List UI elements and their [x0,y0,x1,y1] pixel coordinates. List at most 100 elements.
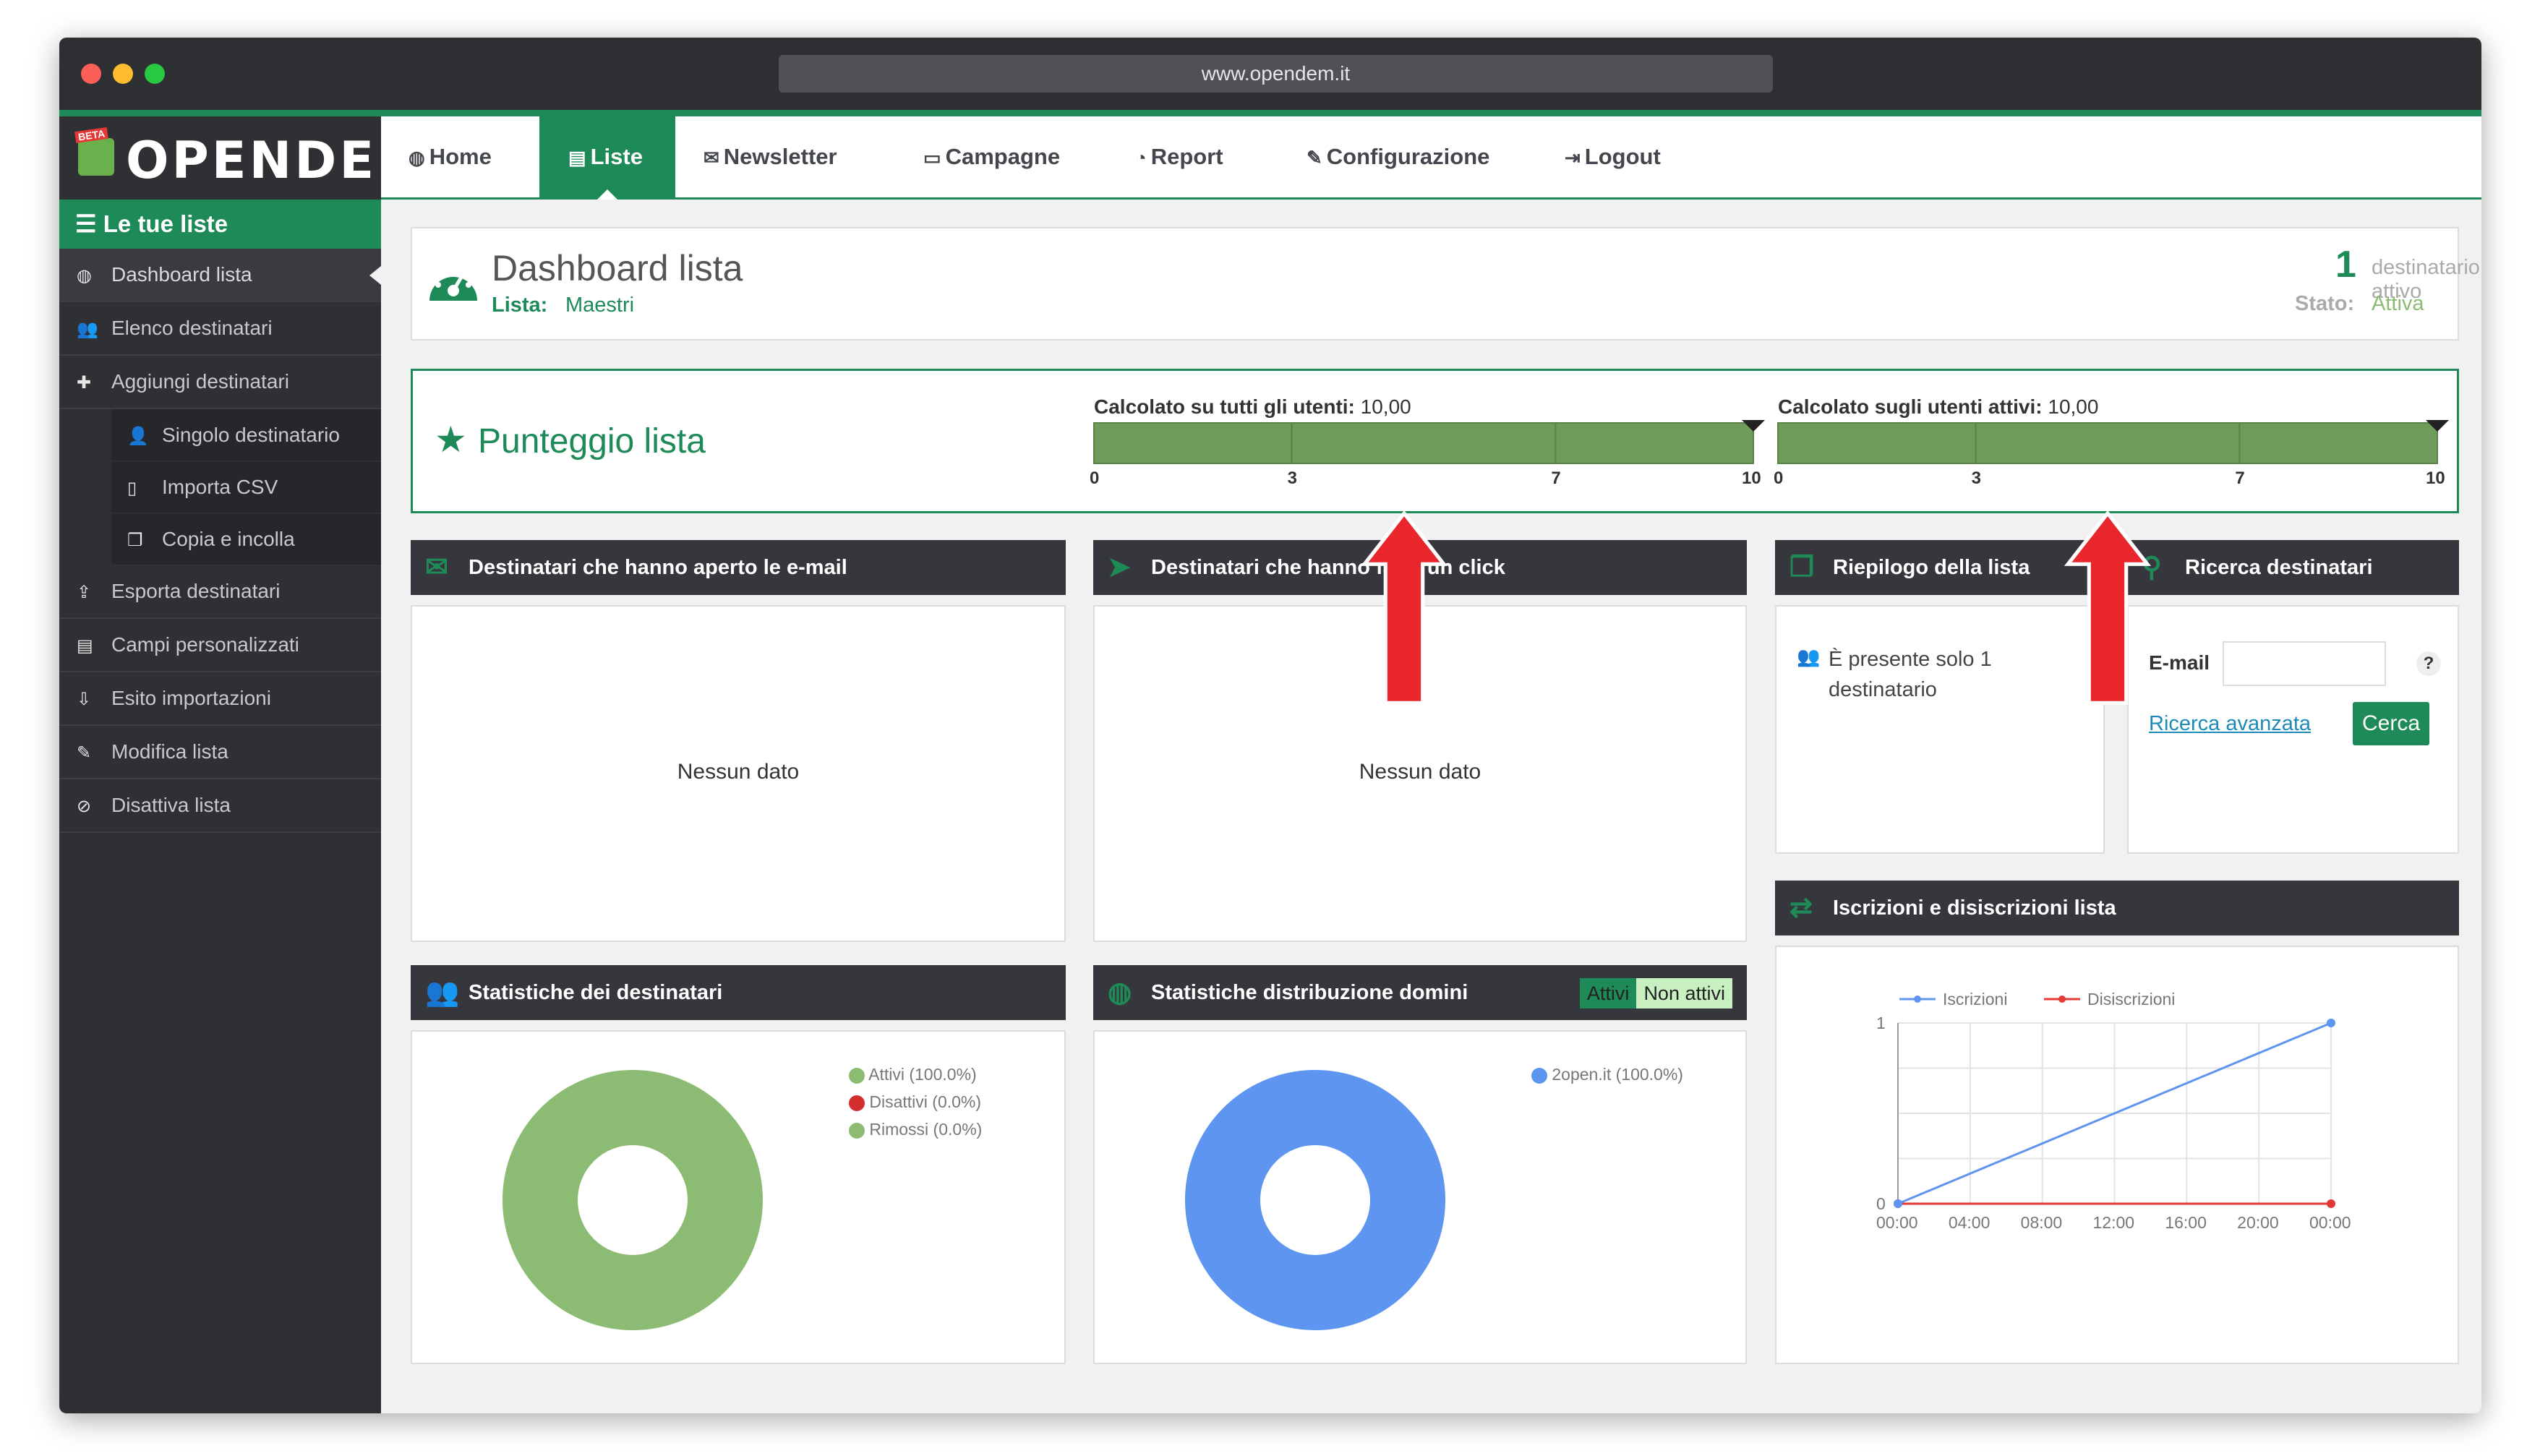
address-bar[interactable]: www.opendem.it [779,55,1773,93]
sidebar: ☰ Le tue liste ◍ Dashboard lista 👥 Elenco … [59,200,381,1413]
exchange-icon: ⇄ [1789,893,1813,923]
domains-panel-title: Statistiche distribuzione domini [1151,981,1468,1004]
nav-liste[interactable]: ▤ Liste [539,116,675,200]
series-point [2327,1199,2335,1208]
opened-empty-text: Nessun dato [677,760,800,784]
pie-chart-icon: ◔ [1135,147,1147,168]
close-window-icon[interactable] [81,64,101,84]
legend-label: Iscrizioni [1943,990,2007,1009]
nav-configurazione[interactable]: ✎ Configurazione [1307,116,1489,197]
legend-swatch [849,1095,865,1111]
stats-legend: Attivi (100.0%) Disattivi (0.0%) Rimossi… [849,1065,982,1147]
copy-icon: ❐ [127,531,143,550]
score-tick-label: 3 [1288,468,1297,488]
score-fill [1093,422,1754,464]
maximize-window-icon[interactable] [145,64,165,84]
score-active-bar: 0 3 7 10 [1774,420,2449,488]
nav-label: Logout [1584,144,1661,169]
envelope-open-icon: ✉ [425,552,448,583]
summary-panel-title: Riepilogo della lista [1833,556,2030,579]
domains-panel: 2open.it (100.0%) [1093,1030,1747,1364]
table-icon: ▤ [77,636,93,656]
clicked-panel-title: Destinatari che hanno fatto un click [1151,556,1505,579]
stats-panel-title: Statistiche dei destinatari [469,981,723,1004]
legend-swatch [1531,1067,1547,1084]
sidebar-item-copia[interactable]: ❐ Copia e incolla [111,513,381,565]
sidebar-item-esporta[interactable]: ⇪ Esporta destinatari [59,565,381,619]
donut-slice [1185,1070,1445,1330]
edit-icon: ✎ [77,743,92,763]
score-bar-svg: 0 3 7 10 [1090,420,1765,488]
state-label: Stato: [2295,292,2355,315]
legend-item: Disattivi (0.0%) [849,1092,982,1120]
legend-swatch [849,1122,865,1139]
stats-panel: Attivi (100.0%) Disattivi (0.0%) Rimossi… [411,1030,1066,1364]
nav-label: Configurazione [1326,144,1490,169]
dashboard-header: Dashboard lista Lista: Maestri 1 destina… [411,227,2480,341]
minimize-window-icon[interactable] [113,64,133,84]
nav-campagne[interactable]: ▭ Campagne [923,116,1060,197]
opened-panel-header: ✉ Destinatari che hanno aperto le e-mail [411,540,1066,595]
opened-panel: Nessun dato [411,605,1066,942]
sidebar-item-label: Campi personalizzati [111,633,299,656]
subscriptions-panel-title: Iscrizioni e disiscrizioni lista [1833,896,2116,920]
top-accent [59,110,2481,116]
sidebar-item-importa[interactable]: ▯ Importa CSV [111,461,381,513]
score-active-label: Calcolato sugli utenti attivi: 10,00 [1778,395,2098,419]
nav-newsletter[interactable]: ✉ Newsletter [704,116,837,197]
sidebar-item-label: Importa CSV [162,476,278,498]
domains-donut-chart [1185,1070,1445,1330]
sidebar-item-singolo[interactable]: 👤 Singolo destinatario [111,409,381,461]
sidebar-item-label: Esporta destinatari [111,580,281,602]
toggle-active[interactable]: Attivi [1579,978,1637,1009]
search-panel-header: ⚲ Ricerca destinatari [2127,540,2459,595]
logo[interactable]: BETA OPENDEM [59,116,427,200]
users-icon: 👥 [1797,646,1821,667]
advanced-search-link[interactable]: Ricerca avanzata [2149,712,2311,736]
ban-icon: ⊘ [77,797,92,816]
nav-report[interactable]: ◔ Report [1135,116,1223,197]
sidebar-item-label: Elenco destinatari [111,317,273,339]
copy-icon: ❐ [1789,552,1815,583]
search-button[interactable]: Cerca [2353,702,2429,745]
sidebar-item-dashboard[interactable]: ◍ Dashboard lista [59,249,381,302]
domains-toggle: Attivi Non attivi [1579,978,1732,1009]
donut-slice [503,1070,763,1330]
legend-label: 2open.it (100.0%) [1552,1065,1683,1084]
y-tick-label: 0 [1876,1194,1886,1213]
score-panel: ★ Punteggio lista Calcolato su tutti gli… [411,369,2459,513]
sidebar-item-campi[interactable]: ▤ Campi personalizzati [59,619,381,672]
clicked-empty-text: Nessun dato [1359,760,1481,784]
subscriptions-line-chart: 00:00 04:00 08:00 12:00 16:00 20:00 00:0001Isc… [1876,990,2351,1232]
help-icon[interactable]: ? [2416,651,2441,676]
series-point [2327,1019,2335,1027]
sidebar-item-disattiva[interactable]: ⊘ Disattiva lista [59,779,381,833]
sidebar-item-label: Modifica lista [111,740,228,763]
toggle-inactive[interactable]: Non attivi [1636,978,1732,1009]
sidebar-item-modifica[interactable]: ✎ Modifica lista [59,726,381,779]
email-field[interactable] [2223,641,2386,686]
sidebar-item-aggiungi[interactable]: ✚ Aggiungi destinatari [59,356,381,409]
legend-marker [1914,995,1921,1003]
nav-home[interactable]: ◍ Home [409,116,492,197]
browser-titlebar: www.opendem.it [59,38,2481,110]
y-tick-label: 1 [1876,1014,1886,1032]
nav-logout[interactable]: ⇥ Logout [1565,116,1661,197]
x-tick-label: 20:00 [2237,1213,2279,1232]
subscriptions-panel-header: ⇄ Iscrizioni e disiscrizioni lista [1775,881,2459,935]
subscriptions-panel: 00:00 04:00 08:00 12:00 16:00 20:00 00:00 0 1 Isc… [1775,946,2459,1364]
nav-label: Newsletter [723,144,837,169]
top-nav: ◍ Home ▤ Liste ✉ Newsletter ▭ Campagne ◔ Repo… [381,116,2481,200]
wrench-icon: ✎ [1307,147,1322,168]
score-tick-label: 7 [2235,468,2244,488]
download-icon: ⇩ [77,690,92,709]
legend-label: Disattivi (0.0%) [869,1092,982,1111]
stats-panel-header: 👥 Statistiche dei destinatari [411,965,1066,1020]
users-icon: 👥 [77,320,98,339]
list-icon: ▤ [568,147,586,168]
sidebar-item-esito[interactable]: ⇩ Esito importazioni [59,672,381,726]
stats-donut-chart [503,1070,763,1330]
sidebar-item-elenco[interactable]: 👥 Elenco destinatari [59,302,381,356]
annotation-arrow-icon [2064,510,2151,705]
sidebar-title: ☰ Le tue liste [59,200,381,249]
